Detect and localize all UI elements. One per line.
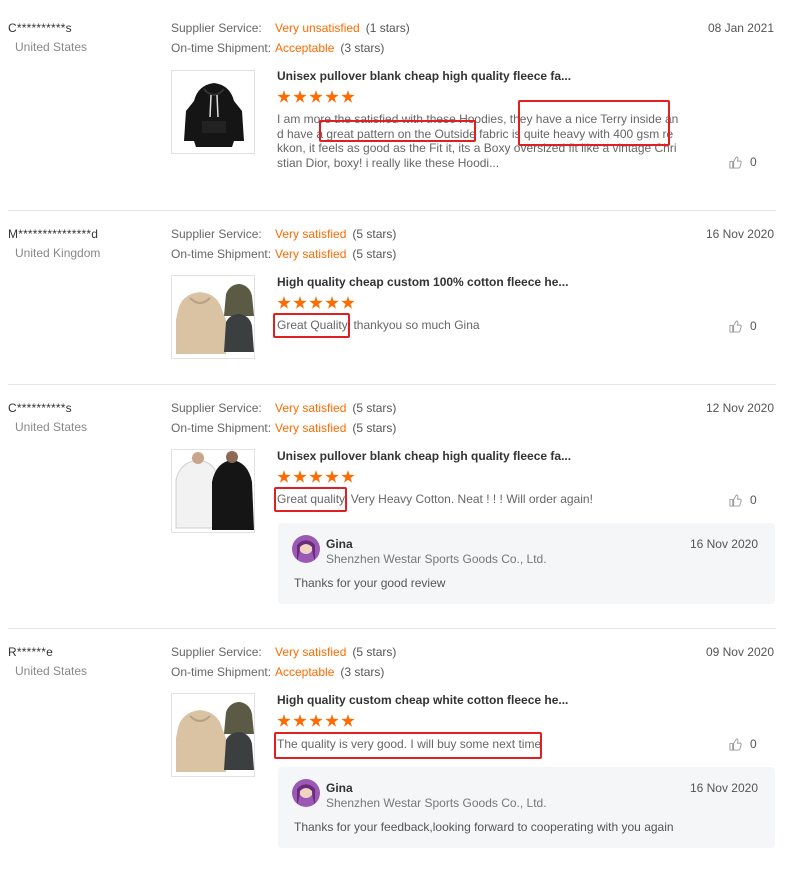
product-title-link[interactable]: High quality custom cheap white cotton f… [277, 693, 568, 707]
shipment-value: Acceptable [275, 665, 335, 679]
avatar [292, 779, 320, 807]
shipment-label: On-time Shipment: [171, 665, 272, 679]
like-count: 0 [750, 737, 757, 751]
buyer-name: R******e [8, 645, 53, 659]
product-thumbnail[interactable] [171, 693, 255, 777]
supplier-service-value: Very satisfied [275, 645, 347, 659]
thumbs-up-icon [729, 737, 742, 751]
supplier-service-label: Supplier Service: [171, 645, 262, 659]
star-rating [277, 714, 355, 728]
review-date: 09 Nov 2020 [705, 645, 774, 659]
reply-company: Shenzhen Westar Sports Goods Co., Ltd. [326, 796, 547, 810]
buyer-country: United States [15, 664, 88, 678]
reply-author-name: Gina [326, 781, 353, 795]
star-icon [293, 714, 307, 727]
star-icon [277, 714, 291, 727]
supplier-reply: Gina Shenzhen Westar Sports Goods Co., L… [278, 767, 775, 848]
highlight-box [274, 732, 542, 759]
shipment-stars: (3 stars) [340, 665, 385, 679]
star-icon [341, 714, 355, 727]
review-item: R******e United States Supplier Service:… [0, 0, 800, 870]
star-icon [325, 714, 339, 727]
supplier-service-stars: (5 stars) [352, 645, 397, 659]
star-icon [309, 714, 323, 727]
reply-date: 16 Nov 2020 [689, 781, 758, 795]
beige-hoodie-image [176, 702, 254, 772]
like-button[interactable]: 0 [729, 737, 757, 751]
shipment-rating: On-time Shipment: Acceptable (3 stars) [171, 665, 384, 679]
reply-text: Thanks for your feedback,looking forward… [294, 820, 674, 834]
supplier-service-rating: Supplier Service: Very satisfied (5 stars) [171, 645, 396, 659]
